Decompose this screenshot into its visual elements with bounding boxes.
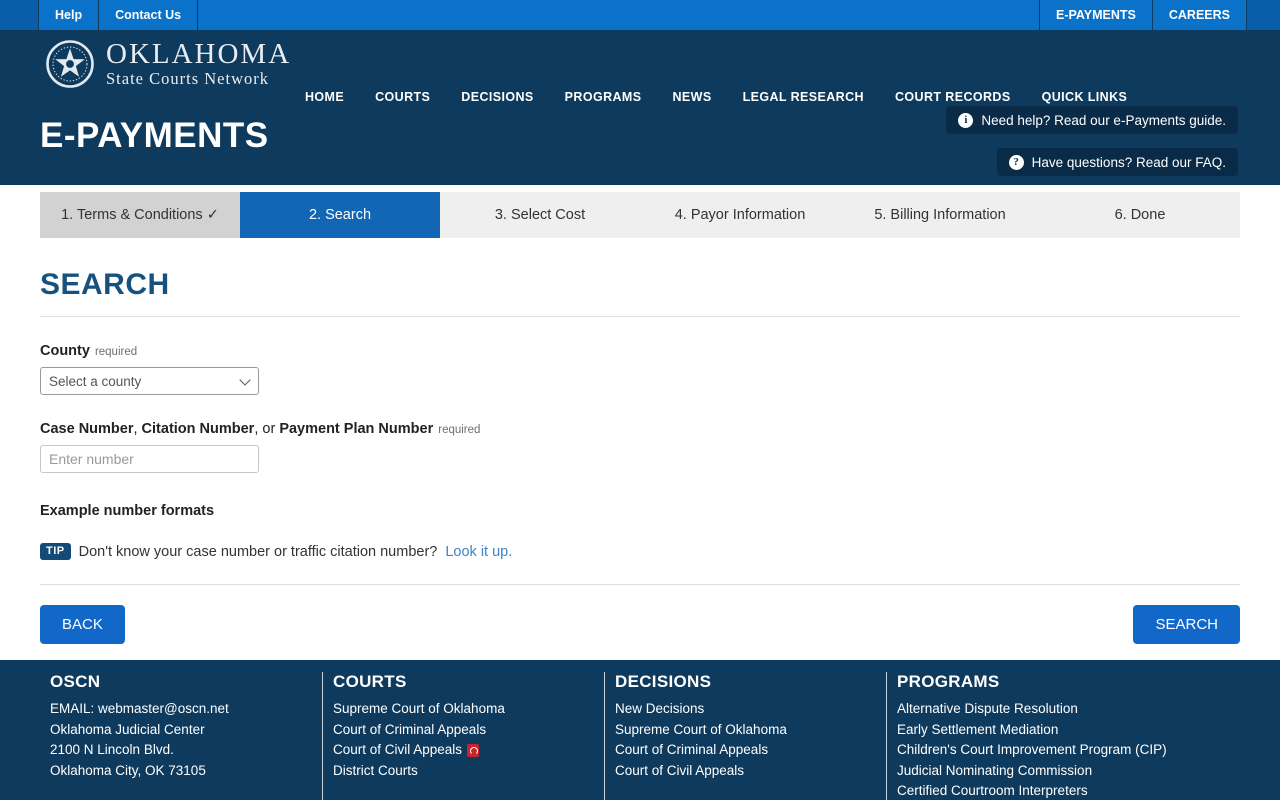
nav-programs[interactable]: PROGRAMS [565, 90, 642, 104]
help-buttons: i Need help? Read our e-Payments guide. … [946, 106, 1238, 176]
footer-link[interactable]: Children's Court Improvement Program (CI… [897, 740, 1270, 761]
footer-heading-decisions: DECISIONS [615, 672, 712, 691]
footer-link[interactable]: District Courts [333, 761, 594, 782]
step-search[interactable]: 2. Search [240, 192, 440, 238]
county-label: County required [40, 343, 1240, 359]
footer-col-programs: PROGRAMS Alternative Dispute Resolution … [886, 672, 1280, 800]
nav-home[interactable]: HOME [305, 90, 344, 104]
step-terms-conditions[interactable]: 1. Terms & Conditions ✓ [40, 192, 240, 238]
state-seal-icon [46, 40, 94, 89]
page: Help Contact Us E-PAYMENTS CAREERS OKLAH… [0, 0, 1280, 800]
site-header: OKLAHOMA State Courts Network HOME COURT… [0, 30, 1280, 185]
epayments-guide-button[interactable]: i Need help? Read our e-Payments guide. [946, 106, 1238, 134]
footer-address-line: Oklahoma Judicial Center [50, 721, 205, 737]
careers-link[interactable]: CAREERS [1151, 0, 1247, 30]
footer-col-courts: COURTS Supreme Court of Oklahoma Court o… [322, 672, 604, 800]
footer-heading-oscn: OSCN [50, 672, 101, 691]
form-actions: BACK SEARCH [40, 605, 1240, 644]
footer-link[interactable]: New Decisions [615, 699, 876, 720]
tip-badge: TIP [40, 543, 71, 560]
topbar-right-cap [1247, 0, 1280, 30]
footer-heading-courts: COURTS [333, 672, 407, 691]
footer-link[interactable]: Court of Civil Appeals [333, 740, 462, 761]
footer-link-row: Court of Civil Appeals [333, 740, 594, 761]
search-button[interactable]: SEARCH [1133, 605, 1240, 644]
number-label-sep1: , [133, 421, 142, 437]
footer-address-line: Oklahoma City, OK 73105 [50, 762, 206, 778]
brand-text: OKLAHOMA State Courts Network [106, 39, 291, 89]
look-it-up-link[interactable]: Look it up. [445, 544, 512, 560]
number-required-flag: required [438, 424, 481, 436]
county-required-flag: required [94, 346, 138, 358]
footer-col-oscn: OSCN EMAIL: webmaster@oscn.net Oklahoma … [40, 672, 322, 800]
faq-label: Have questions? Read our FAQ. [1031, 154, 1226, 170]
footer-heading-programs: PROGRAMS [897, 672, 1000, 691]
form-divider [40, 584, 1240, 585]
step-select-cost: 3. Select Cost [440, 192, 640, 238]
example-formats-heading: Example number formats [40, 503, 215, 519]
pdf-icon [467, 743, 480, 757]
epayments-guide-label: Need help? Read our e-Payments guide. [981, 112, 1226, 128]
oscn-logo[interactable]: OKLAHOMA State Courts Network [46, 39, 291, 89]
footer-link[interactable]: Early Settlement Mediation [897, 720, 1270, 741]
number-label-sep2: , or [254, 421, 280, 437]
topbar-left-cap [0, 0, 38, 30]
question-icon: ? [1008, 154, 1024, 170]
site-footer: OSCN EMAIL: webmaster@oscn.net Oklahoma … [0, 660, 1280, 800]
step-payor-information: 4. Payor Information [640, 192, 840, 238]
footer-link[interactable]: Court of Criminal Appeals [615, 740, 876, 761]
county-label-text: County [40, 343, 90, 359]
footer-link[interactable]: Certified Courtroom Interpreters [897, 781, 1270, 800]
info-icon: i [958, 112, 974, 128]
nav-courts[interactable]: COURTS [375, 90, 430, 104]
case-number-input[interactable] [40, 445, 259, 473]
footer-address-line: 2100 N Lincoln Blvd. [50, 742, 174, 757]
nav-quick-links[interactable]: QUICK LINKS [1042, 90, 1128, 104]
nav-decisions[interactable]: DECISIONS [461, 90, 533, 104]
tip-row: TIP Don't know your case number or traff… [40, 543, 1240, 560]
brand-name: OKLAHOMA [106, 38, 292, 70]
nav-news[interactable]: NEWS [673, 90, 712, 104]
page-title: E-PAYMENTS [40, 116, 269, 155]
footer-link[interactable]: Alternative Dispute Resolution [897, 699, 1270, 720]
nav-court-records[interactable]: COURT RECORDS [895, 90, 1011, 104]
footer-link[interactable]: Court of Criminal Appeals [333, 720, 594, 741]
footer-link[interactable]: Supreme Court of Oklahoma [615, 720, 876, 741]
case-number-label-text: Case Number [40, 421, 134, 437]
search-section: SEARCH County required Select a county Ca… [0, 238, 1280, 660]
county-select-wrap: Select a county [40, 367, 259, 395]
footer-email-link[interactable]: EMAIL: webmaster@oscn.net [50, 699, 312, 720]
nav-legal-research[interactable]: LEGAL RESEARCH [743, 90, 864, 104]
contact-us-link[interactable]: Contact Us [98, 0, 199, 30]
help-link[interactable]: Help [38, 0, 98, 30]
top-utility-bar: Help Contact Us E-PAYMENTS CAREERS [0, 0, 1280, 30]
footer-col-decisions: DECISIONS New Decisions Supreme Court of… [604, 672, 886, 800]
citation-number-label-text: Citation Number [141, 421, 255, 437]
number-label: Case Number, Citation Number, or Payment… [40, 421, 1240, 437]
footer-link[interactable]: Judicial Nominating Commission [897, 761, 1270, 782]
footer-link[interactable]: Court of Civil Appeals [615, 761, 876, 782]
county-select[interactable]: Select a county [40, 367, 259, 395]
step-done: 6. Done [1040, 192, 1240, 238]
step-billing-information: 5. Billing Information [840, 192, 1040, 238]
faq-button[interactable]: ? Have questions? Read our FAQ. [996, 148, 1238, 176]
payment-plan-number-label-text: Payment Plan Number [279, 421, 434, 437]
search-heading: SEARCH [40, 268, 1240, 317]
footer-link[interactable]: Supreme Court of Oklahoma [333, 699, 594, 720]
tip-text: Don't know your case number or traffic c… [78, 543, 438, 560]
back-button[interactable]: BACK [40, 605, 125, 644]
epayments-link[interactable]: E-PAYMENTS [1038, 0, 1152, 30]
step-tabs: 1. Terms & Conditions ✓ 2. Search 3. Sel… [40, 192, 1240, 238]
main-nav: HOME COURTS DECISIONS PROGRAMS NEWS LEGA… [305, 90, 1127, 104]
brand-subtitle: State Courts Network [106, 69, 269, 89]
